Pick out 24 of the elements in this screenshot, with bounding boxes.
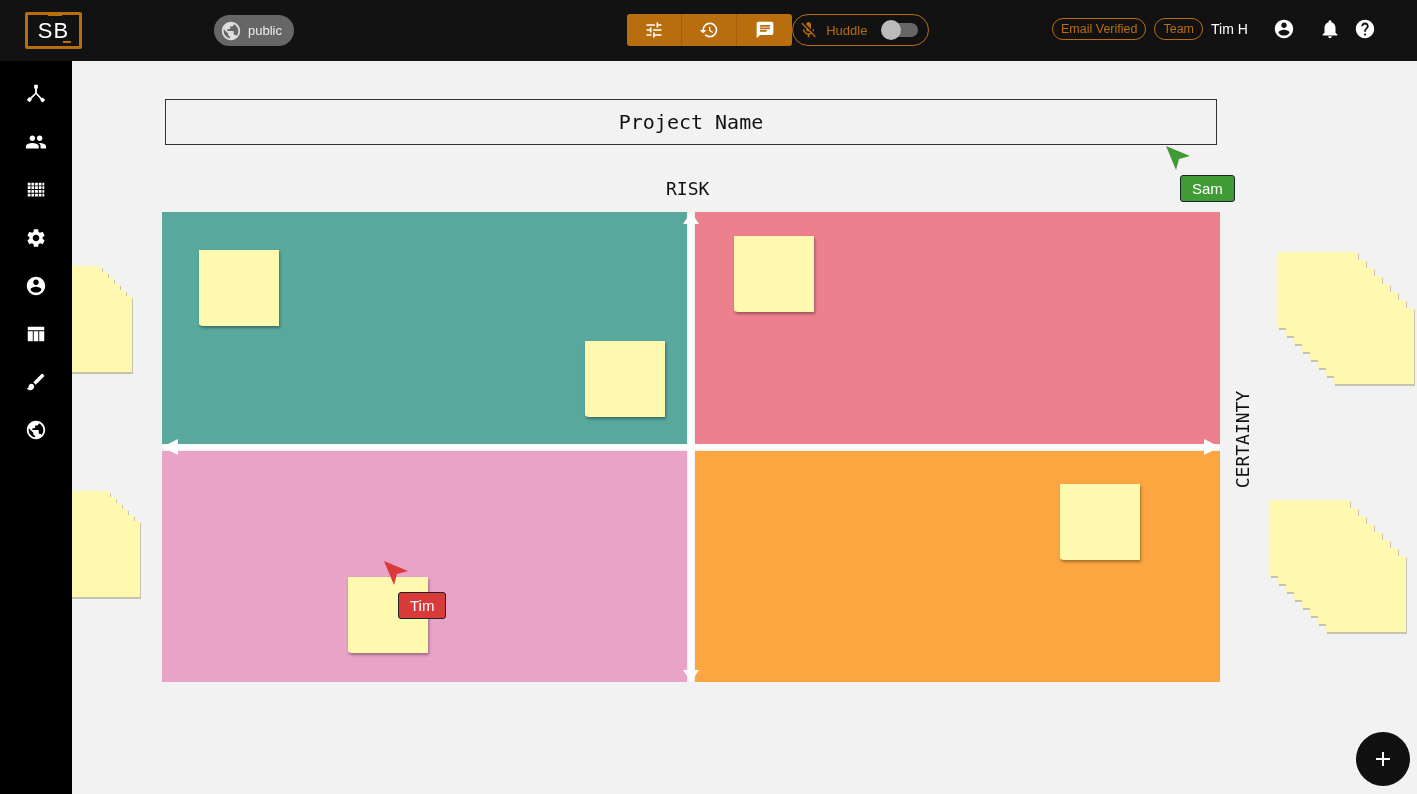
huddle-toggle[interactable] bbox=[883, 23, 918, 37]
history-icon bbox=[699, 20, 719, 40]
mic-off-icon bbox=[799, 20, 819, 40]
branch-icon[interactable] bbox=[25, 83, 47, 105]
user-name: Tim H bbox=[1211, 21, 1248, 37]
globe-icon[interactable] bbox=[25, 419, 47, 441]
visibility-button[interactable]: public bbox=[214, 15, 294, 46]
account-icon[interactable] bbox=[25, 275, 47, 297]
logo-text: SB bbox=[37, 17, 70, 44]
huddle-label: Huddle bbox=[826, 22, 868, 38]
help-icon[interactable] bbox=[1353, 18, 1376, 40]
horizontal-axis-label: CERTAINTY bbox=[1231, 389, 1253, 490]
logo[interactable]: SB bbox=[25, 12, 82, 49]
globe-icon bbox=[220, 19, 242, 42]
add-button[interactable] bbox=[1356, 732, 1410, 786]
user-cursor-label: Tim bbox=[398, 592, 447, 619]
sliders-icon bbox=[644, 20, 664, 40]
project-name-box[interactable]: Project Name bbox=[165, 99, 1217, 145]
account-icon[interactable] bbox=[1272, 18, 1295, 40]
settings-icon[interactable] bbox=[25, 227, 47, 249]
chat-icon bbox=[754, 20, 775, 40]
user-cursor-label: Sam bbox=[1180, 175, 1235, 202]
vertical-axis-label: RISK bbox=[666, 178, 710, 199]
brush-icon[interactable] bbox=[25, 371, 47, 393]
